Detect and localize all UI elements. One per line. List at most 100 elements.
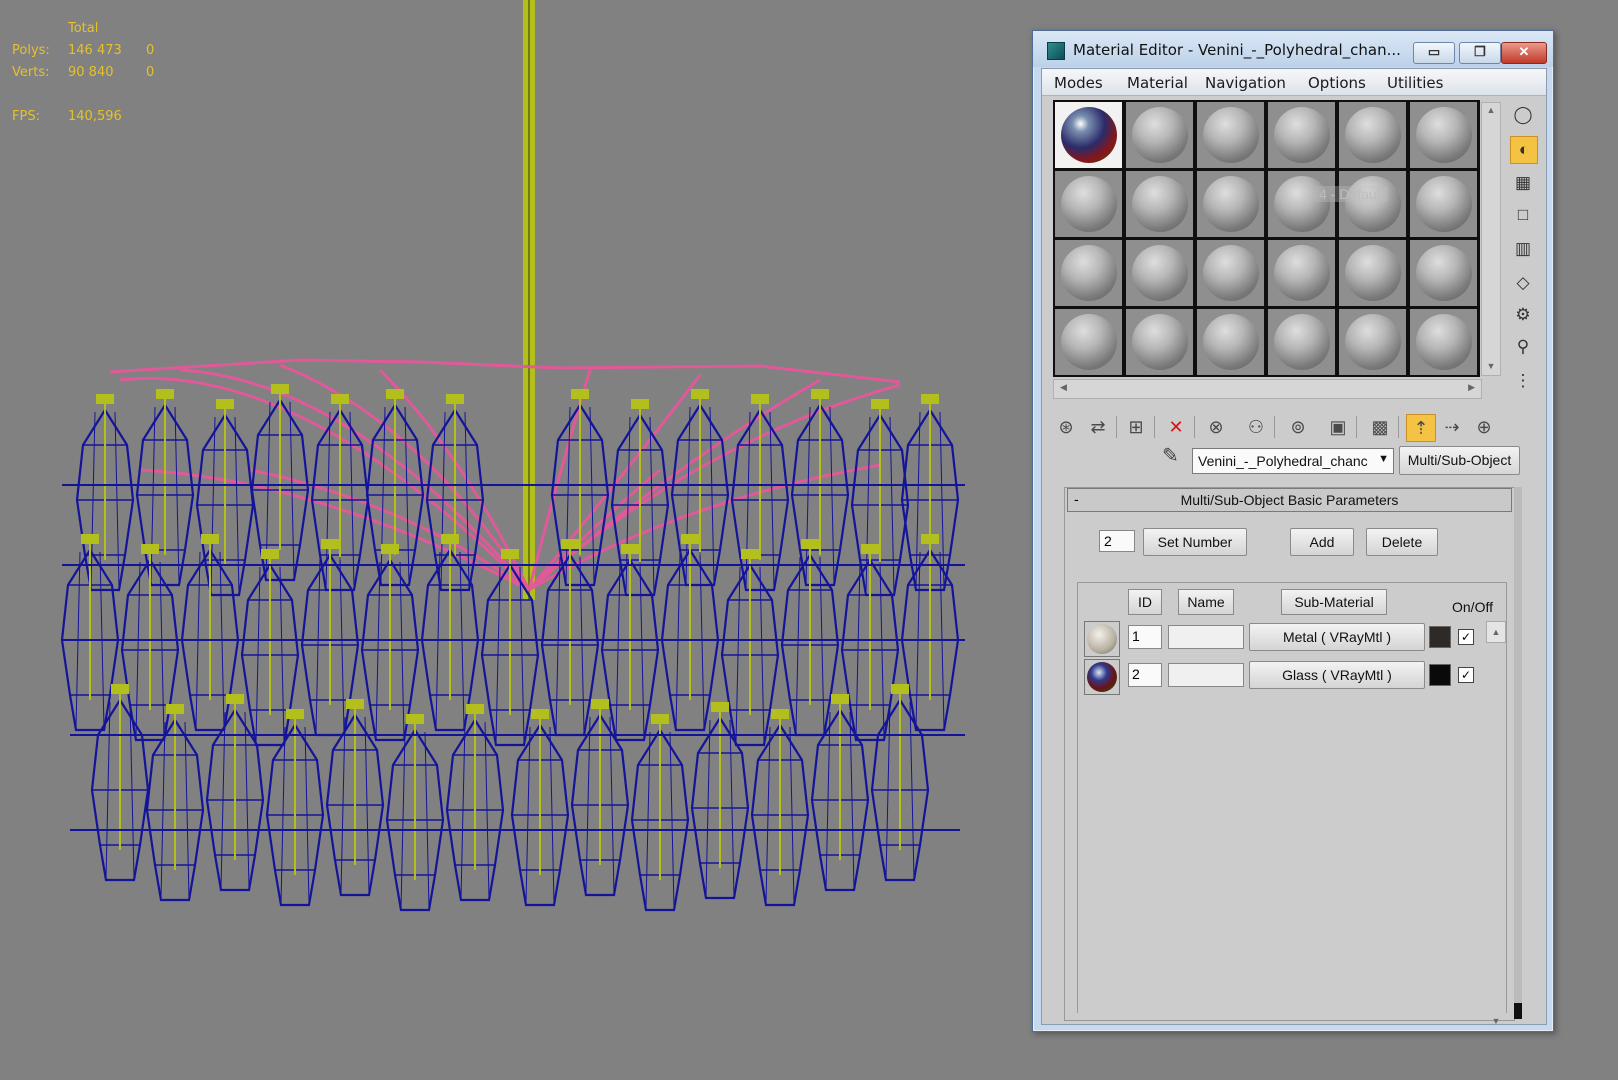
scroll-right-icon[interactable]: ▶ <box>1468 382 1475 393</box>
window-title: Material Editor - Venini_-_Polyhedral_ch… <box>1073 41 1401 59</box>
make-unique-icon[interactable]: ⊗ <box>1202 414 1230 440</box>
sample-uv-tiling-icon[interactable]: □ <box>1510 202 1536 228</box>
reset-map-icon[interactable]: ✕ <box>1162 414 1190 440</box>
get-material-icon[interactable]: ⊛ <box>1052 414 1080 440</box>
sample-slot[interactable] <box>1126 240 1193 306</box>
sample-slot[interactable] <box>1268 171 1335 237</box>
video-color-check-icon[interactable]: ▥ <box>1510 236 1536 262</box>
material-type-button[interactable]: Multi/Sub-Object <box>1399 446 1520 475</box>
sub-material-thumbnail[interactable] <box>1084 621 1120 657</box>
sample-slot[interactable] <box>1339 102 1406 168</box>
slot-tooltip: 4 - Default <box>1315 186 1388 202</box>
menu-modes[interactable]: Modes <box>1054 74 1103 92</box>
sample-slot[interactable] <box>1197 309 1264 375</box>
show-end-result-icon[interactable]: ▩ <box>1366 414 1394 440</box>
options-icon[interactable]: ⚙ <box>1510 302 1536 328</box>
eyedropper-icon[interactable]: ✎ <box>1162 443 1179 468</box>
material-id-channel-icon[interactable]: ⊚ <box>1284 414 1312 440</box>
set-number-button[interactable]: Set Number <box>1143 528 1247 556</box>
scroll-down-icon[interactable]: ▼ <box>1482 361 1500 371</box>
sample-slot[interactable] <box>1410 171 1477 237</box>
sub-material-color-swatch[interactable] <box>1429 626 1451 648</box>
sub-material-name-field[interactable] <box>1168 625 1244 649</box>
backlight-icon[interactable]: ◐ <box>1510 136 1538 164</box>
material-count-field[interactable]: 2 <box>1099 530 1135 552</box>
toolbar-separator <box>1194 416 1195 438</box>
sample-slot[interactable] <box>1339 309 1406 375</box>
sample-slot[interactable] <box>1055 240 1122 306</box>
material-preview-sphere <box>1416 314 1472 370</box>
material-editor-window[interactable]: Material Editor - Venini_-_Polyhedral_ch… <box>1032 30 1554 1032</box>
go-to-parent-icon[interactable]: ⇡ <box>1406 414 1436 442</box>
assign-to-selection-icon[interactable]: ⊞ <box>1122 414 1150 440</box>
sample-slot[interactable] <box>1339 171 1406 237</box>
put-to-library-icon[interactable]: ⚇ <box>1242 414 1270 440</box>
slots-vertical-scrollbar[interactable]: ▲ ▼ <box>1481 102 1501 376</box>
put-to-scene-icon[interactable]: ⇄ <box>1084 414 1112 440</box>
sub-material-on-checkbox[interactable]: ✓ <box>1458 629 1474 645</box>
sample-slot[interactable] <box>1268 102 1335 168</box>
sample-slot[interactable] <box>1410 309 1477 375</box>
material-map-navigator-icon[interactable]: ⋮ <box>1510 368 1536 394</box>
sub-material-id-field[interactable]: 2 <box>1128 663 1162 687</box>
sub-material-button[interactable]: Glass ( VRayMtl ) <box>1249 661 1425 689</box>
minimize-button[interactable]: ▭ <box>1413 42 1455 64</box>
sample-slot[interactable] <box>1197 171 1264 237</box>
sample-slot[interactable] <box>1197 240 1264 306</box>
background-checker-icon[interactable]: ▦ <box>1510 170 1536 196</box>
sub-material-id-field[interactable]: 1 <box>1128 625 1162 649</box>
menu-utilities[interactable]: Utilities <box>1387 74 1443 92</box>
sub-material-color-swatch[interactable] <box>1429 664 1451 686</box>
chevron-down-icon[interactable]: ▼ <box>1378 453 1389 465</box>
material-preview-sphere <box>1061 107 1117 163</box>
sample-slot[interactable] <box>1126 309 1193 375</box>
select-by-material-icon[interactable]: ⚲ <box>1510 334 1536 360</box>
sample-slot[interactable] <box>1410 102 1477 168</box>
material-preview-sphere <box>1203 245 1259 301</box>
sample-slot[interactable] <box>1410 240 1477 306</box>
add-button[interactable]: Add <box>1290 528 1354 556</box>
maximize-button[interactable]: ❐ <box>1459 42 1501 64</box>
scroll-thumb[interactable] <box>1514 1003 1522 1019</box>
sub-material-button[interactable]: Metal ( VRayMtl ) <box>1249 623 1425 651</box>
material-name-field[interactable]: Venini_-_Polyhedral_chanc ▼ <box>1192 448 1394 474</box>
column-name[interactable]: Name <box>1178 589 1234 615</box>
sample-slot[interactable] <box>1268 309 1335 375</box>
sample-slot[interactable] <box>1339 240 1406 306</box>
toolbar-separator <box>1274 416 1275 438</box>
title-bar[interactable]: Material Editor - Venini_-_Polyhedral_ch… <box>1033 31 1553 67</box>
sample-slot[interactable] <box>1055 102 1122 168</box>
slots-horizontal-scrollbar[interactable]: ◀ ▶ <box>1053 379 1482 399</box>
make-preview-icon[interactable]: ◇ <box>1510 270 1536 296</box>
menu-options[interactable]: Options <box>1308 74 1366 92</box>
sample-type-icon[interactable]: ◯ <box>1510 102 1536 128</box>
go-forward-sibling-icon[interactable]: ⇢ <box>1438 414 1466 440</box>
sample-slot[interactable] <box>1268 240 1335 306</box>
sample-slot[interactable] <box>1126 102 1193 168</box>
rollout-header[interactable]: - Multi/Sub-Object Basic Parameters <box>1067 488 1512 512</box>
column-id[interactable]: ID <box>1128 589 1162 615</box>
sample-slot[interactable] <box>1197 102 1264 168</box>
sub-material-thumbnail[interactable] <box>1084 659 1120 695</box>
material-preview-sphere <box>1345 245 1401 301</box>
sample-slot[interactable] <box>1126 171 1193 237</box>
material-preview-sphere <box>1345 314 1401 370</box>
sub-material-name-field[interactable] <box>1168 663 1244 687</box>
material-preview-sphere <box>1203 176 1259 232</box>
column-sub-material[interactable]: Sub-Material <box>1281 589 1387 615</box>
sub-material-on-checkbox[interactable]: ✓ <box>1458 667 1474 683</box>
show-shaded-map-icon[interactable]: ▣ <box>1324 414 1352 440</box>
scroll-up-icon[interactable]: ▲ <box>1482 105 1500 115</box>
panel-scroll-down-icon[interactable]: ▼ <box>1486 1016 1506 1030</box>
sample-slot[interactable] <box>1055 171 1122 237</box>
material-preview-sphere <box>1274 107 1330 163</box>
panel-vertical-scrollbar[interactable] <box>1514 487 1522 1019</box>
list-scroll-up-icon[interactable]: ▲ <box>1486 621 1506 643</box>
close-button[interactable]: ✕ <box>1501 42 1547 64</box>
delete-button[interactable]: Delete <box>1366 528 1438 556</box>
menu-navigation[interactable]: Navigation <box>1205 74 1286 92</box>
pick-material-icon[interactable]: ⊕ <box>1470 414 1498 440</box>
menu-material[interactable]: Material <box>1127 74 1188 92</box>
scroll-left-icon[interactable]: ◀ <box>1060 382 1067 393</box>
sample-slot[interactable] <box>1055 309 1122 375</box>
